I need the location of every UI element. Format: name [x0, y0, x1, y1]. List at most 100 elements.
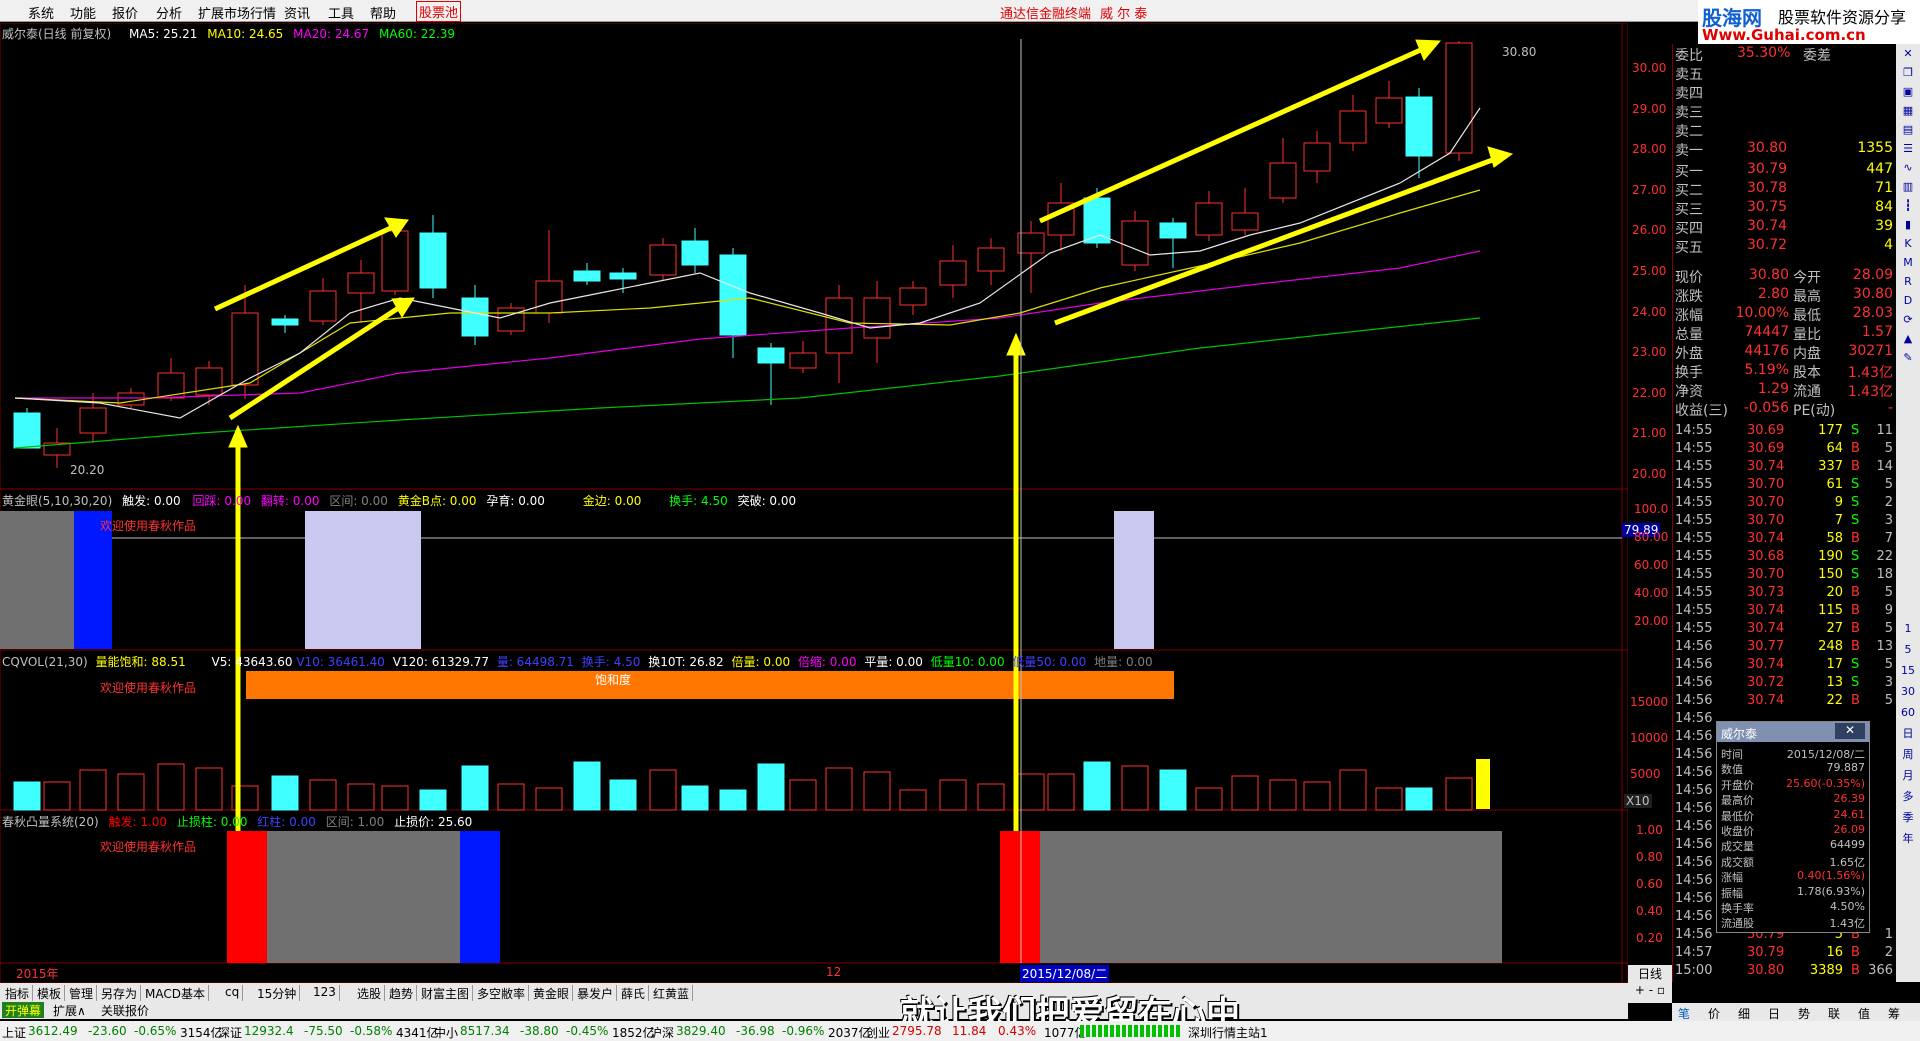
kdj-icon[interactable]: K [1898, 234, 1918, 254]
indicator-tab[interactable]: 黄金眼 [530, 985, 574, 1001]
chart-area[interactable]: 威尔泰(日线 前复权) MA5: 25.21 MA10: 24.65 MA20:… [0, 23, 1668, 983]
candle-icon[interactable]: ┇ [1898, 196, 1918, 216]
close-icon[interactable]: ✕ [1835, 723, 1865, 739]
right-tab[interactable]: 价 [1708, 1005, 1720, 1022]
indicator-tab[interactable]: 趋势 [386, 985, 418, 1001]
refresh-icon[interactable]: ⟳ [1898, 310, 1918, 330]
bar-icon[interactable]: ▥ [1898, 177, 1918, 197]
price-tick: 28.00 [1632, 142, 1667, 157]
period-button[interactable]: 年 [1898, 829, 1918, 849]
period-button[interactable]: 日 [1898, 724, 1918, 744]
grid-icon[interactable]: ▤ [1898, 120, 1918, 140]
candle-body [1405, 96, 1433, 157]
period-button[interactable]: 月 [1898, 766, 1918, 786]
popup-value: 1.65亿 [1829, 855, 1866, 869]
candle-body [863, 297, 891, 339]
menu-quote[interactable]: 报价 [112, 3, 138, 22]
index-change: -23.60 [88, 1024, 127, 1038]
extra-tab[interactable]: 扩展∧ [50, 1002, 89, 1018]
extra-tab[interactable]: 关联报价 [98, 1002, 152, 1018]
menu-analysis[interactable]: 分析 [156, 3, 182, 22]
dmi-icon[interactable]: D [1898, 291, 1918, 311]
line-chart-icon[interactable]: ∿ [1898, 158, 1918, 178]
menu-help[interactable]: 帮助 [370, 3, 396, 22]
zoom-controls[interactable]: + - ▫ [1628, 983, 1672, 1003]
index-name[interactable]: 沪深 [650, 1024, 674, 1041]
sq-icon[interactable]: ▣ [1898, 82, 1918, 102]
menu-extend-market[interactable]: 扩展市场行情 [198, 3, 276, 22]
indicator-tab[interactable]: 选股 [354, 985, 386, 1001]
volume-bar [13, 781, 41, 811]
menu-system[interactable]: 系统 [28, 3, 54, 22]
right-tab[interactable]: 势 [1798, 1005, 1810, 1022]
period-button[interactable]: 60 [1898, 703, 1918, 723]
indicator-tab[interactable]: MACD基本 [142, 985, 209, 1001]
right-tab[interactable]: 值 [1858, 1005, 1870, 1022]
right-tab[interactable]: 联 [1828, 1005, 1840, 1022]
menu-function[interactable]: 功能 [70, 3, 96, 22]
tick-time: 14:55 [1675, 423, 1713, 438]
index-amount: 1852亿 [612, 1026, 655, 1040]
index-name[interactable]: 上证 [2, 1024, 26, 1041]
menu-news[interactable]: 资讯 [284, 3, 310, 22]
macd-icon[interactable]: M [1898, 253, 1918, 273]
pen-icon[interactable]: ✎ [1898, 348, 1918, 368]
right-tab[interactable]: 筹 [1888, 1005, 1900, 1022]
period-button[interactable]: 15 [1898, 661, 1918, 681]
sell-label: 卖三 [1675, 105, 1703, 121]
rsi-icon[interactable]: R [1898, 272, 1918, 292]
tick-count: 5 [1884, 477, 1893, 492]
tick-time: 14:56 [1675, 765, 1713, 780]
indicator-tab[interactable]: 指标 [2, 985, 34, 1001]
candle-body [1339, 110, 1367, 144]
tick-side: B [1851, 603, 1860, 618]
index-name[interactable]: 中小 [434, 1024, 458, 1041]
index-name[interactable]: 创业 [866, 1024, 890, 1041]
period-button[interactable]: 5 [1898, 640, 1918, 660]
index-name[interactable]: 深证 [218, 1024, 242, 1041]
buy-label: 买一 [1675, 164, 1703, 180]
indicator-tab[interactable]: 另存为 [98, 985, 142, 1001]
period-button[interactable]: 周 [1898, 745, 1918, 765]
candle-body [1375, 97, 1403, 124]
menu-tools[interactable]: 工具 [328, 3, 354, 22]
period-button[interactable]: 多 [1898, 787, 1918, 807]
indicator-tab[interactable]: 15分钟 [254, 985, 301, 1001]
table-icon[interactable]: ▦ [1898, 101, 1918, 121]
stat-row: 换手 5.19% 股本 1.43亿 [1673, 361, 1897, 381]
tick-volume: 16 [1826, 945, 1843, 960]
data-popup[interactable]: 威尔泰 ✕ 时间 2015/12/08/二 数值 79.887 开盘价 25.60(-0.… [1716, 721, 1870, 933]
tick-time: 14:55 [1675, 459, 1713, 474]
index-pct: -0.58% [350, 1024, 393, 1038]
up-icon[interactable]: ▲ [1898, 329, 1918, 349]
indicator-tab[interactable]: cq [222, 985, 244, 1001]
stat-label: 内盘 [1793, 346, 1821, 362]
list-icon[interactable]: ☰ [1898, 139, 1918, 159]
tick-count: 3 [1884, 513, 1893, 528]
extra-tab[interactable]: 开弹幕 [2, 1002, 45, 1018]
right-tab[interactable]: 笔 [1678, 1005, 1690, 1022]
period-button[interactable]: 季 [1898, 808, 1918, 828]
indicator-tab[interactable]: 多空敝率 [474, 985, 530, 1001]
indicator-tab[interactable]: 财富主图 [418, 985, 474, 1001]
volume-bar [1445, 777, 1473, 811]
candle-body [757, 347, 785, 364]
date-selected: 2015/12/08/二 [1020, 965, 1110, 982]
indicator-tab[interactable]: 管理 [66, 985, 98, 1001]
restore-icon[interactable]: ❐ [1898, 63, 1918, 83]
indicator-tab[interactable]: 暴发户 [574, 985, 618, 1001]
tick-time: 14:56 [1675, 639, 1713, 654]
indicator-tab[interactable]: 模板 [34, 985, 66, 1001]
right-tab[interactable]: 细 [1738, 1005, 1750, 1022]
period-button[interactable]: 30 [1898, 682, 1918, 702]
right-tab[interactable]: 日 [1768, 1005, 1780, 1022]
vol-icon[interactable]: ▮ [1898, 215, 1918, 235]
period-button[interactable]: 1 [1898, 619, 1918, 639]
indicator-tab[interactable]: 薛氏 [618, 985, 650, 1001]
ind1-item-7: 换手: 4.50 [669, 494, 728, 508]
menu-stock-pool[interactable]: 股票池 [416, 1, 462, 22]
close-icon[interactable]: ✕ [1898, 44, 1918, 64]
indicator-tab[interactable]: 123 [310, 985, 340, 1001]
period-label[interactable]: 日线 [1628, 965, 1672, 983]
indicator-tab[interactable]: 红黄蓝 [650, 985, 694, 1001]
